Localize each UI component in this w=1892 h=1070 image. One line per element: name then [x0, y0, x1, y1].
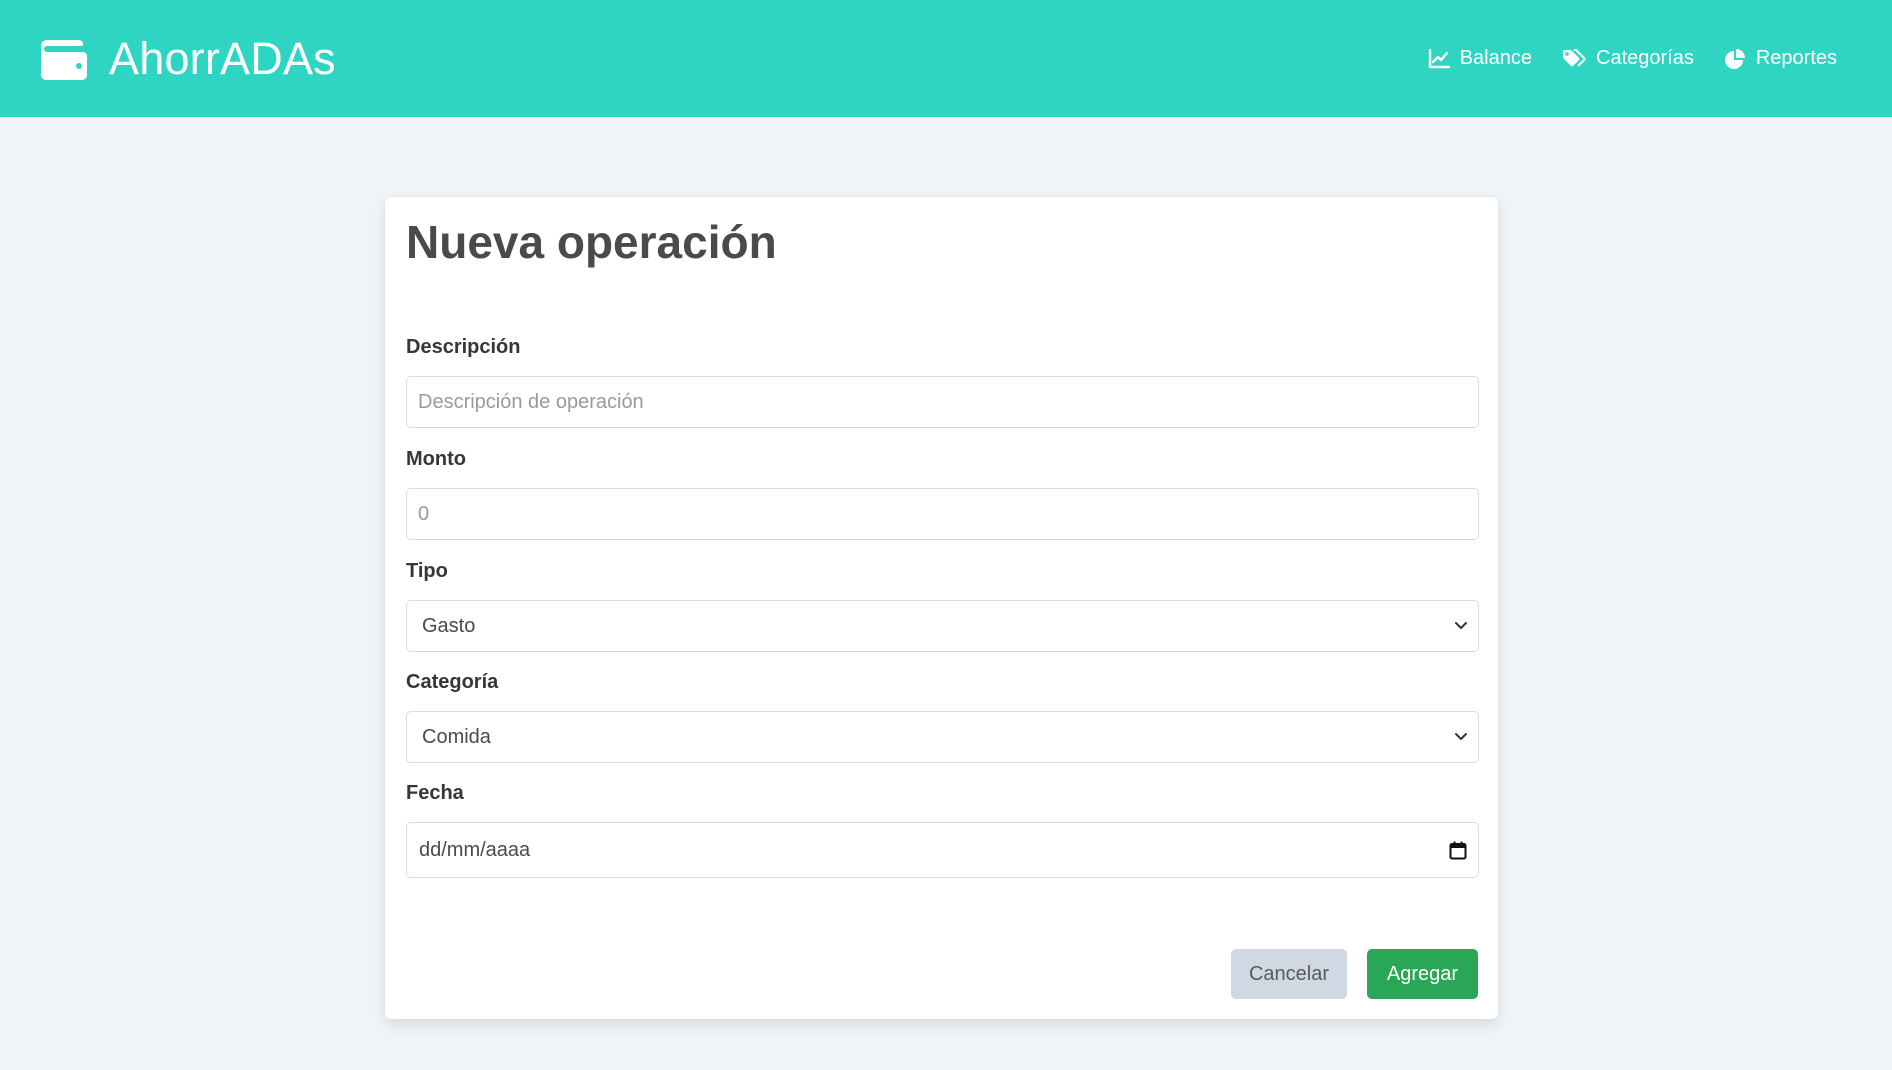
- nav-item-categorias[interactable]: Categorías: [1562, 47, 1694, 70]
- nav-item-label: Categorías: [1596, 47, 1694, 69]
- pie-chart-icon: [1724, 48, 1746, 70]
- nav-item-label: Reportes: [1755, 47, 1837, 69]
- page-title: Nueva operación: [406, 216, 777, 268]
- nav-links: Balance Categorías Reportes: [1428, 47, 1837, 70]
- calendar-icon[interactable]: [1449, 841, 1467, 860]
- tipo-selected-value: Gasto: [422, 614, 476, 637]
- nav-item-label: Balance: [1459, 47, 1532, 69]
- fecha-label: Fecha: [406, 782, 464, 804]
- categoria-label: Categoría: [406, 671, 499, 693]
- cancel-button[interactable]: Cancelar: [1231, 949, 1347, 999]
- chevron-down-icon: [1455, 733, 1467, 741]
- nav-item-reportes[interactable]: Reportes: [1724, 47, 1837, 70]
- monto-label: Monto: [406, 448, 466, 470]
- categoria-selected-value: Comida: [422, 725, 491, 748]
- descripcion-input[interactable]: Descripción de operación: [406, 376, 1479, 428]
- nav-item-balance[interactable]: Balance: [1428, 47, 1532, 70]
- monto-input[interactable]: 0: [406, 488, 1479, 540]
- wallet-icon: [41, 38, 87, 80]
- chart-line-icon: [1428, 48, 1450, 69]
- fecha-date-input[interactable]: dd/mm/aaaa: [406, 822, 1479, 878]
- brand[interactable]: AhorrADAs: [41, 33, 336, 85]
- fecha-placeholder: dd/mm/aaaa: [419, 838, 531, 861]
- chevron-down-icon: [1455, 622, 1467, 630]
- brand-title: AhorrADAs: [109, 32, 336, 84]
- tags-icon: [1562, 48, 1586, 69]
- tipo-label: Tipo: [406, 560, 448, 582]
- add-button[interactable]: Agregar: [1367, 949, 1478, 999]
- descripcion-placeholder: Descripción de operación: [418, 390, 644, 413]
- new-operation-card: Nueva operación Descripción Descripción …: [385, 197, 1498, 1019]
- categoria-select[interactable]: Comida: [406, 711, 1479, 763]
- descripcion-label: Descripción: [406, 336, 521, 358]
- top-navbar: AhorrADAs Balance Categorías Reportes: [0, 0, 1892, 117]
- monto-placeholder: 0: [418, 502, 430, 525]
- tipo-select[interactable]: Gasto: [406, 600, 1479, 652]
